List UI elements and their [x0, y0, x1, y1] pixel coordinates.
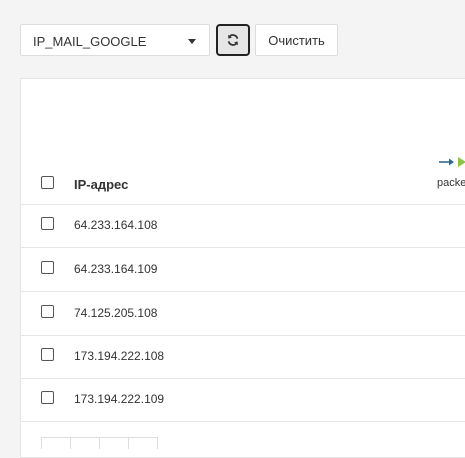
play-icon	[458, 157, 465, 167]
column-header-ip: IP-адрес	[74, 177, 129, 192]
row-checkbox[interactable]	[41, 348, 54, 361]
ip-address: 173.194.222.109	[74, 392, 165, 406]
table-row: 64.233.164.108	[21, 204, 465, 248]
row-checkbox[interactable]	[41, 261, 54, 274]
arrow-right-icon	[439, 158, 454, 166]
clear-button[interactable]: Очистить	[255, 24, 338, 56]
caret-down-icon	[188, 39, 196, 44]
list-select[interactable]: IP_MAIL_GOOGLE	[20, 24, 210, 56]
table-row: 64.233.164.109	[21, 248, 465, 292]
ip-address: 173.194.222.108	[74, 349, 165, 363]
table-header: IP-адрес packets	[21, 79, 465, 205]
select-all-checkbox[interactable]	[41, 176, 54, 189]
packets-label: packets	[437, 177, 465, 189]
ip-table: IP-адрес packets 64.233.164.108 64.233.1…	[20, 78, 465, 458]
table-row: 173.194.222.109	[21, 378, 465, 422]
refresh-icon	[227, 34, 239, 46]
refresh-button[interactable]	[216, 24, 250, 56]
row-checkbox[interactable]	[41, 217, 54, 230]
table-row: 173.194.222.108	[21, 335, 465, 379]
ip-address: 74.125.205.108	[74, 306, 158, 320]
column-header-packets[interactable]: packets	[437, 157, 465, 197]
page-button[interactable]	[99, 437, 129, 449]
ip-address: 64.233.164.108	[74, 218, 158, 232]
page-button[interactable]	[128, 437, 158, 449]
row-checkbox[interactable]	[41, 391, 54, 404]
table-row: 74.125.205.108	[21, 292, 465, 336]
page-button[interactable]	[41, 437, 71, 449]
page-button[interactable]	[70, 437, 100, 449]
ip-address: 64.233.164.109	[74, 262, 158, 276]
row-checkbox[interactable]	[41, 305, 54, 318]
select-value: IP_MAIL_GOOGLE	[33, 34, 147, 49]
